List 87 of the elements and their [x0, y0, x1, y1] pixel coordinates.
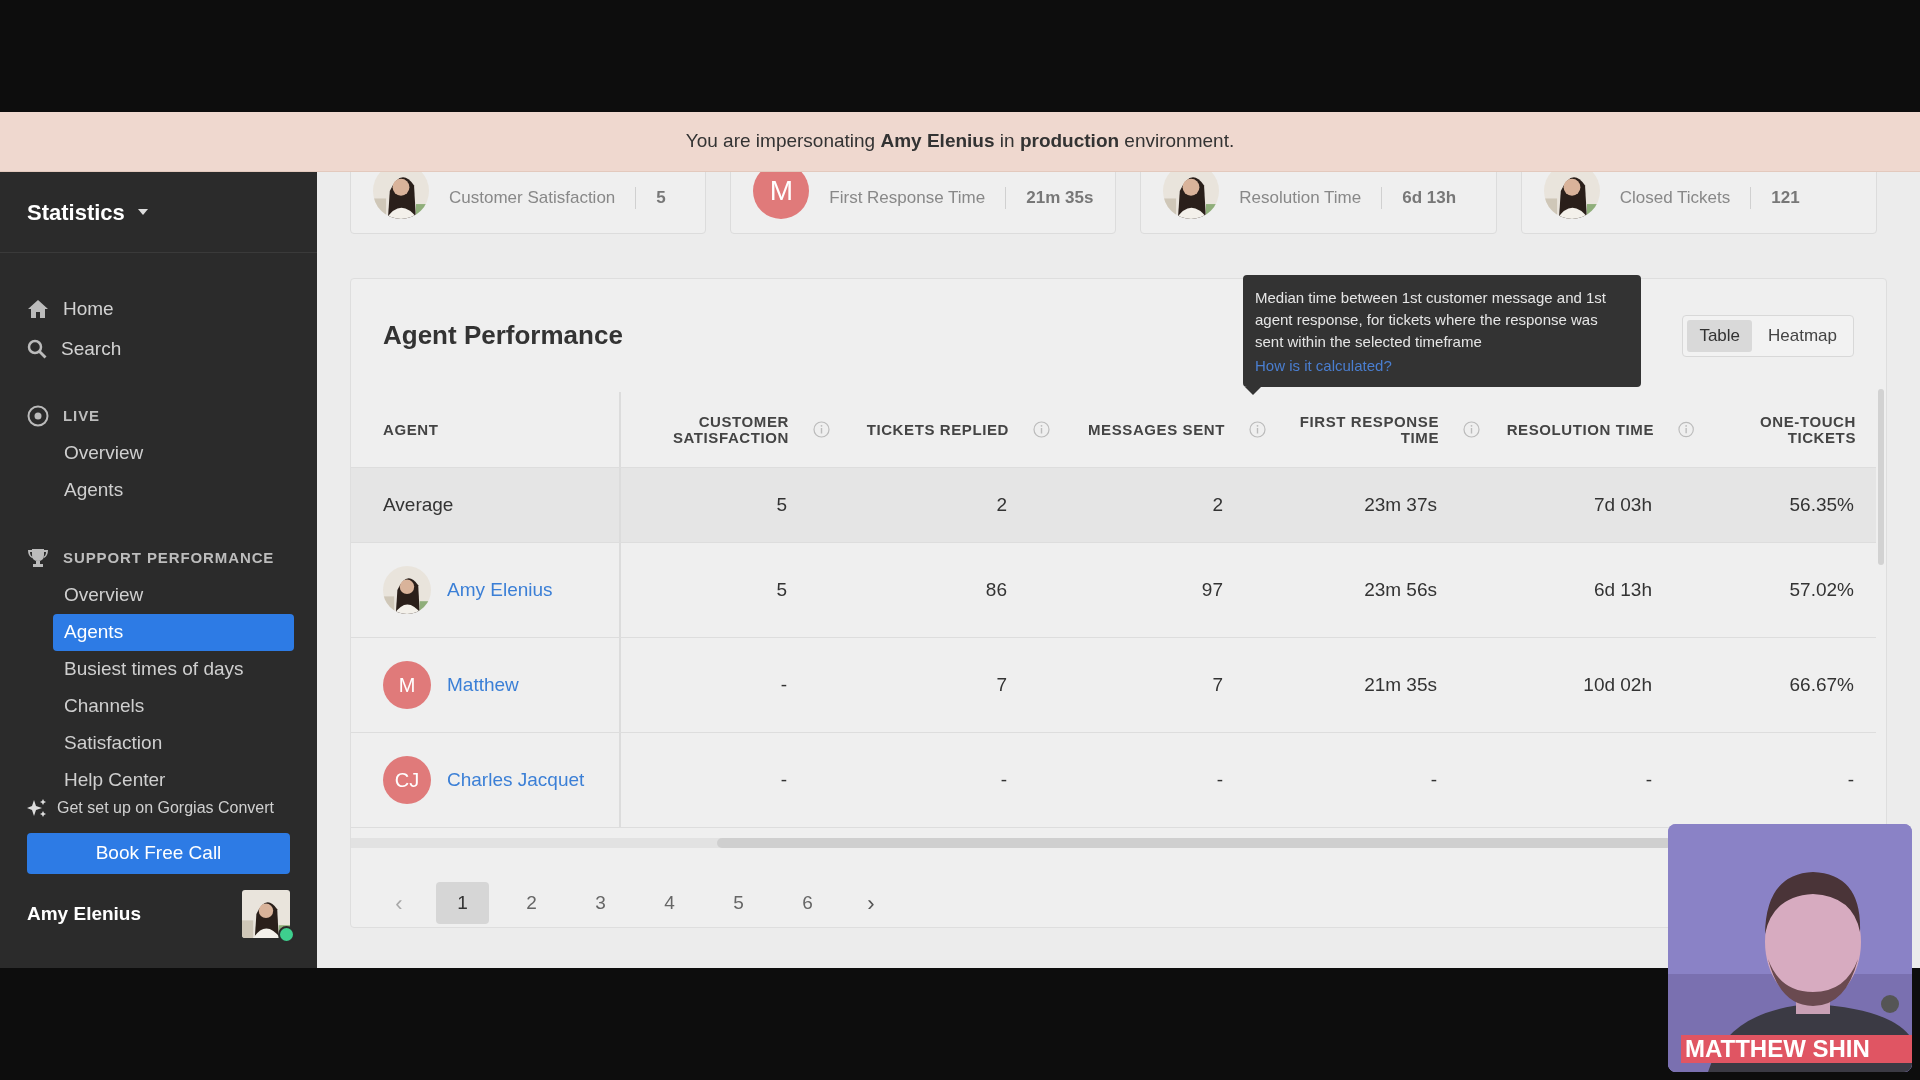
- caret-icon[interactable]: [136, 208, 149, 216]
- table-cell-text: -: [1430, 767, 1437, 792]
- info-icon[interactable]: [813, 421, 830, 438]
- avatar: M: [383, 661, 431, 709]
- sidebar-link[interactable]: Search: [27, 329, 290, 369]
- sidebar-item[interactable]: Help Center: [53, 762, 294, 799]
- column-header[interactable]: ONE-TOUCH TICKETS: [1694, 413, 1856, 446]
- sidebar-item[interactable]: Agents: [53, 472, 294, 509]
- column-header[interactable]: TICKETS REPLIED: [866, 421, 1009, 438]
- table-cell-text: 66.67%: [1789, 672, 1854, 697]
- table-cell-text: 56.35%: [1789, 492, 1854, 517]
- table-cell-text: -: [780, 672, 787, 697]
- agent-link[interactable]: Amy Elenius: [447, 575, 553, 605]
- table-cell-text: 7: [996, 672, 1007, 697]
- page-button[interactable]: 5: [712, 882, 765, 924]
- section-heading: LIVE: [63, 405, 100, 426]
- page-button[interactable]: 3: [574, 882, 627, 924]
- table-cell-text: -: [780, 767, 787, 792]
- table-cell-text: -: [1645, 767, 1652, 792]
- metric-value: 6d 13h: [1402, 187, 1457, 210]
- table-cell-text: 23m 56s: [1364, 577, 1437, 602]
- page-button[interactable]: 4: [643, 882, 696, 924]
- promo-text: Get set up on Gorgias Convert: [57, 798, 274, 818]
- table-cell-text: 2: [996, 492, 1007, 517]
- sidebar-item[interactable]: Overview: [53, 577, 294, 614]
- metric-value: 121: [1771, 187, 1800, 210]
- name-caption: MATTHEW SHIN: [1681, 1035, 1912, 1063]
- metric-label: Resolution Time: [1239, 187, 1362, 210]
- avatar: M: [753, 172, 810, 219]
- sidebar-link[interactable]: Home: [27, 289, 290, 329]
- table-cell-text: -: [1000, 767, 1007, 792]
- metric-value: 21m 35s: [1026, 187, 1094, 210]
- column-header[interactable]: AGENT: [383, 421, 439, 438]
- sidebar-item[interactable]: Overview: [53, 435, 294, 472]
- table-cell-text: 7d 03h: [1593, 492, 1652, 517]
- home-icon: [27, 299, 49, 319]
- sparkle-icon: [27, 798, 47, 818]
- search-icon: [27, 339, 47, 359]
- table-cell-text: 5: [776, 492, 787, 517]
- column-header[interactable]: RESOLUTION TIME: [1506, 421, 1654, 438]
- info-icon[interactable]: [1249, 421, 1266, 438]
- sidebar-title: Statistics: [27, 198, 125, 227]
- table-cell-text: 86: [985, 577, 1007, 602]
- metric-label: Customer Satisfaction: [449, 187, 616, 210]
- table-cell-text: 23m 37s: [1364, 492, 1437, 517]
- column-header[interactable]: CUSTOMER SATISFACTION: [633, 413, 789, 446]
- row-label: Average: [383, 492, 454, 517]
- table-cell-text: -: [1847, 767, 1854, 792]
- metric-value: 5: [656, 187, 666, 210]
- view-tab[interactable]: Heatmap: [1756, 319, 1849, 352]
- live-icon: [27, 405, 49, 427]
- avatar: CJ: [383, 756, 431, 804]
- next-page-button[interactable]: ›: [850, 882, 892, 924]
- sidebar-item[interactable]: Busiest times of days: [53, 651, 294, 688]
- sidebar-item[interactable]: Agents: [53, 614, 294, 651]
- page-button[interactable]: 2: [505, 882, 558, 924]
- table-cell-text: -: [1216, 767, 1223, 792]
- table-cell-text: 21m 35s: [1364, 672, 1437, 697]
- panel-title: Agent Performance: [383, 319, 623, 352]
- table-cell-text: 57.02%: [1789, 577, 1854, 602]
- agent-link[interactable]: Charles Jacquet: [447, 765, 585, 795]
- table-cell-text: 7: [1212, 672, 1223, 697]
- book-call-button[interactable]: Book Free Call: [27, 833, 290, 874]
- info-icon[interactable]: [1033, 421, 1050, 438]
- section-heading: SUPPORT PERFORMANCE: [63, 547, 275, 568]
- user-name: Amy Elenius: [27, 901, 142, 926]
- info-icon[interactable]: [1678, 421, 1695, 438]
- vertical-scrollbar[interactable]: [1878, 389, 1884, 565]
- table-cell-text: 2: [1212, 492, 1223, 517]
- page-button[interactable]: 1: [436, 882, 489, 924]
- metric-label: First Response Time: [829, 187, 986, 210]
- sidebar-item[interactable]: Channels: [53, 688, 294, 725]
- agent-link[interactable]: Matthew: [447, 670, 519, 700]
- column-header[interactable]: FIRST RESPONSE TIME: [1274, 413, 1439, 446]
- metric-label: Closed Tickets: [1619, 187, 1731, 210]
- impersonation-banner-text: You are impersonating Amy Elenius in production environment.: [685, 129, 1235, 154]
- column-header[interactable]: MESSAGES SENT: [1088, 421, 1225, 438]
- view-tab[interactable]: Table: [1687, 319, 1752, 352]
- table-cell-text: 97: [1201, 577, 1223, 602]
- table-cell-text: 5: [776, 577, 787, 602]
- tooltip-text: Median time between 1st customer message and 1st agent response, for tickets where the response was sent within the selected timeframe: [1255, 288, 1607, 352]
- info-icon[interactable]: [1463, 421, 1480, 438]
- page-button[interactable]: 6: [781, 882, 834, 924]
- trophy-icon: [27, 547, 49, 569]
- table-cell-text: 10d 02h: [1583, 672, 1652, 697]
- sidebar-item[interactable]: Satisfaction: [53, 725, 294, 762]
- table-cell-text: 6d 13h: [1593, 577, 1652, 602]
